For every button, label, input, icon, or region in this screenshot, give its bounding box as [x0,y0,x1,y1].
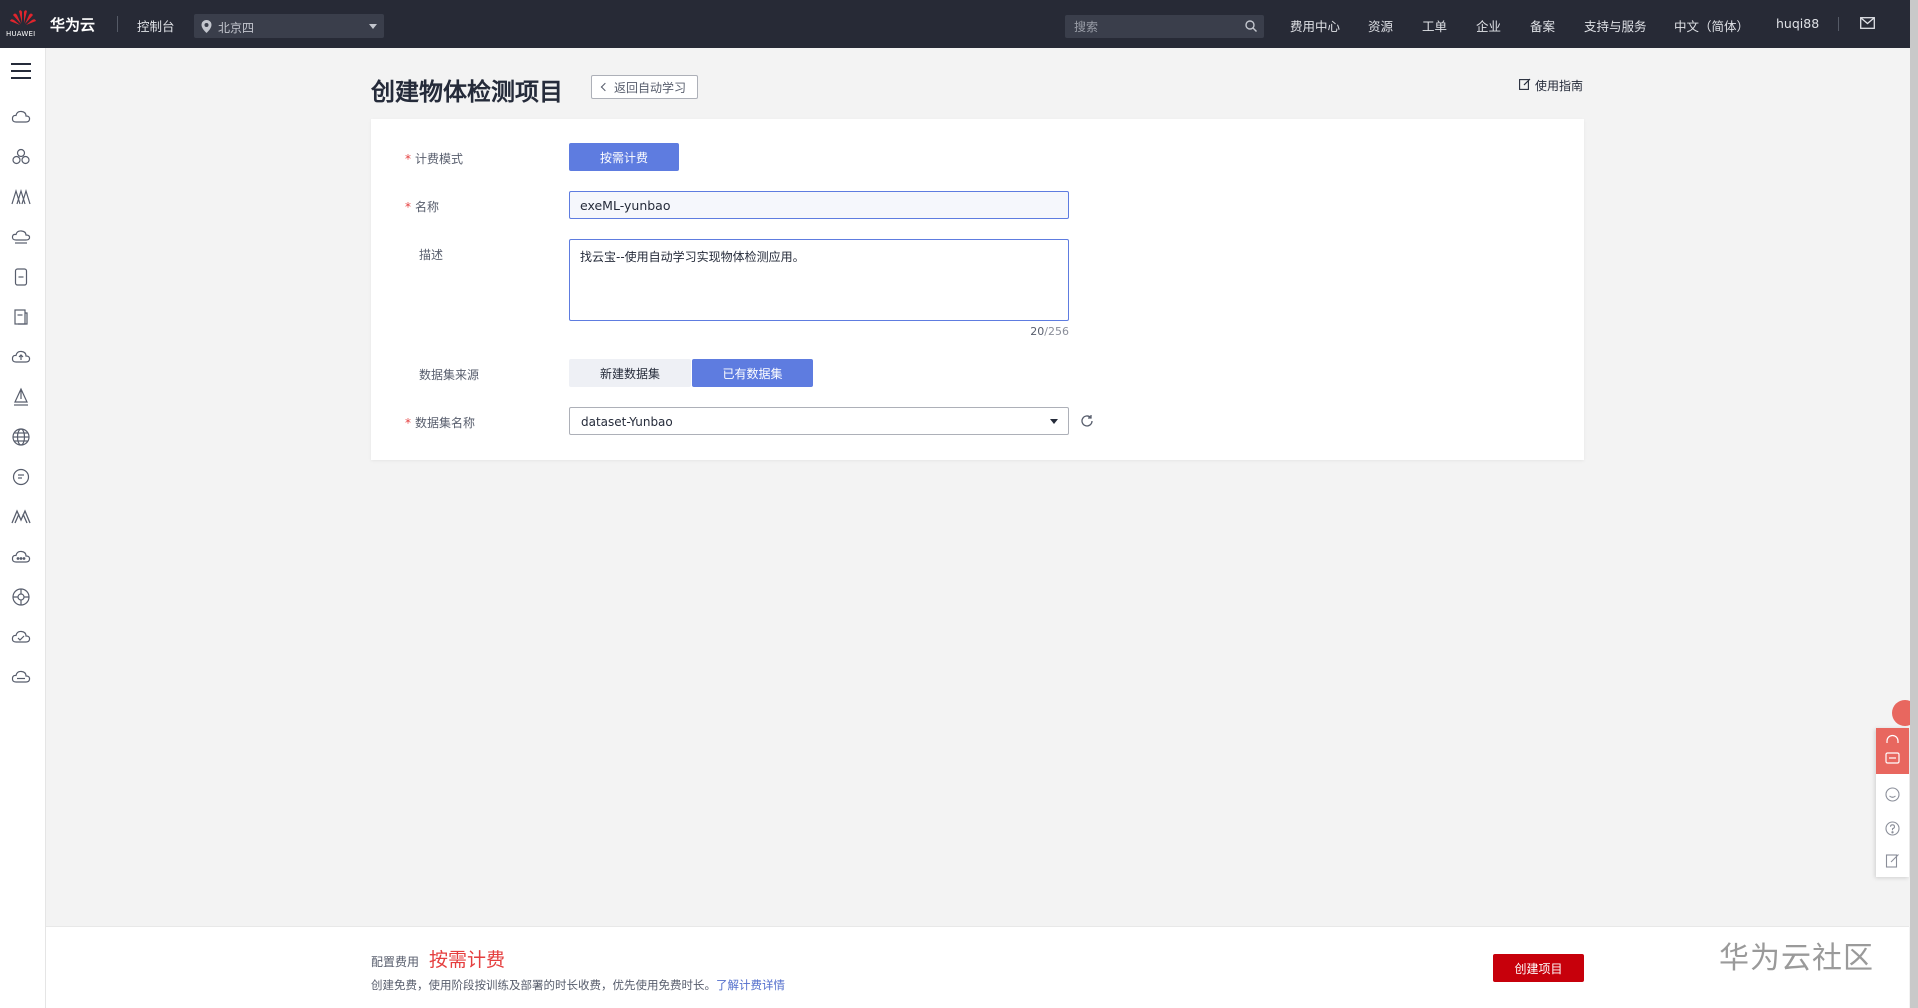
nav-support[interactable]: 支持与服务 [1584,16,1647,35]
feedback-panel [1876,728,1909,774]
region-selector[interactable]: 北京四 [194,14,384,38]
logo-wordmark: HUAWEI [6,30,36,38]
billing-pay-per-use-button[interactable]: 按需计费 [569,143,679,171]
project-name-input[interactable] [569,191,1069,219]
help-icon[interactable] [1884,820,1901,837]
nav-enterprise[interactable]: 企业 [1476,16,1501,35]
user-guide-link[interactable]: 使用指南 [1519,77,1583,94]
search-icon[interactable] [1245,20,1257,35]
cloud-stack-icon[interactable] [11,227,31,247]
billing-mode-label: * 计费模式 [405,152,464,166]
description-char-counter: 20/256 [1030,325,1069,338]
menu-icon[interactable] [11,63,31,79]
existing-dataset-option[interactable]: 已有数据集 [692,359,813,387]
service-sidebar [0,48,46,1008]
refresh-icon[interactable] [1080,414,1094,431]
back-to-automl-button[interactable]: 返回自动学习 [591,75,698,99]
edit-report-icon[interactable] [1884,852,1901,869]
edit-doc-icon [1519,78,1531,90]
language-selector[interactable]: 中文（简体） [1674,16,1749,35]
description-textarea[interactable]: 找云宝--使用自动学习实现物体检测应用。 [569,239,1069,321]
dataset-name-value: dataset-Yunbao [581,415,673,429]
file-copy-icon[interactable] [11,307,31,327]
nav-tickets[interactable]: 工单 [1422,16,1447,35]
cloud-up-icon[interactable] [11,347,31,367]
name-label: * 名称 [405,200,440,214]
globe-icon[interactable] [11,427,31,447]
required-marker: * [405,200,411,214]
cloud-icon[interactable] [11,107,31,127]
page-title: 创建物体检测项目 [371,78,563,106]
chevron-down-icon [369,24,377,29]
config-fee-label: 配置费用 [371,955,420,969]
message-icon[interactable] [1884,750,1901,767]
floating-toolbar [1876,728,1909,877]
nav-resources[interactable]: 资源 [1368,16,1393,35]
user-guide-label: 使用指南 [1535,79,1584,93]
cloud-check-icon[interactable] [11,627,31,647]
nav-billing-center[interactable]: 费用中心 [1290,16,1340,35]
nav-icp-filing[interactable]: 备案 [1530,16,1555,35]
chevron-left-icon [600,82,610,92]
user-account[interactable]: huqi88 [1776,16,1819,31]
chat-circle-icon[interactable] [11,467,31,487]
top-navbar: HUAWEI 华为云 控制台 北京四 费用中心 资源 工单 企业 备案 支持与服… [0,0,1918,48]
flask-icon[interactable] [11,387,31,407]
chevron-down-icon [1050,419,1058,424]
mail-icon[interactable] [1860,17,1875,32]
dataset-name-select[interactable]: dataset-Yunbao [569,407,1069,435]
create-project-button[interactable]: 创建项目 [1493,954,1584,982]
gear-network-icon[interactable] [11,587,31,607]
pricing-details-link[interactable]: 了解计费详情 [716,978,785,992]
brand-name[interactable]: 华为云 [50,14,95,35]
global-search-input[interactable] [1065,15,1264,38]
divider [1838,17,1839,31]
dataset-name-label: * 数据集名称 [405,416,476,430]
location-pin-icon [201,20,212,36]
description-label: 描述 [419,248,444,262]
required-marker: * [405,416,411,430]
model-arts-icon[interactable] [11,507,31,527]
community-watermark: 华为云社区 [1719,941,1874,976]
fee-note: 创建免费，使用阶段按训练及部署的时长收费，优先使用免费时长。了解计费详情 [371,978,785,992]
required-marker: * [405,152,411,166]
config-footer: 配置费用 按需计费 创建免费，使用阶段按训练及部署的时长收费，优先使用免费时长。… [46,926,1909,1008]
config-fee-value: 按需计费 [429,949,506,971]
cloud-more-icon[interactable] [11,667,31,687]
cloud-dots-icon[interactable] [11,547,31,567]
document-icon[interactable] [11,267,31,287]
dataset-source-label: 数据集来源 [419,368,480,382]
emoji-feedback-icon[interactable] [1884,786,1901,803]
cluster-icon[interactable] [11,147,31,167]
divider [117,16,118,32]
headset-icon[interactable] [1884,733,1901,750]
back-button-label: 返回自动学习 [614,80,687,95]
new-dataset-option[interactable]: 新建数据集 [569,359,691,387]
region-value: 北京四 [218,21,255,35]
console-link[interactable]: 控制台 [137,16,175,35]
mountain-icon[interactable] [11,187,31,207]
scrollbar-thumb[interactable] [1910,0,1918,1008]
